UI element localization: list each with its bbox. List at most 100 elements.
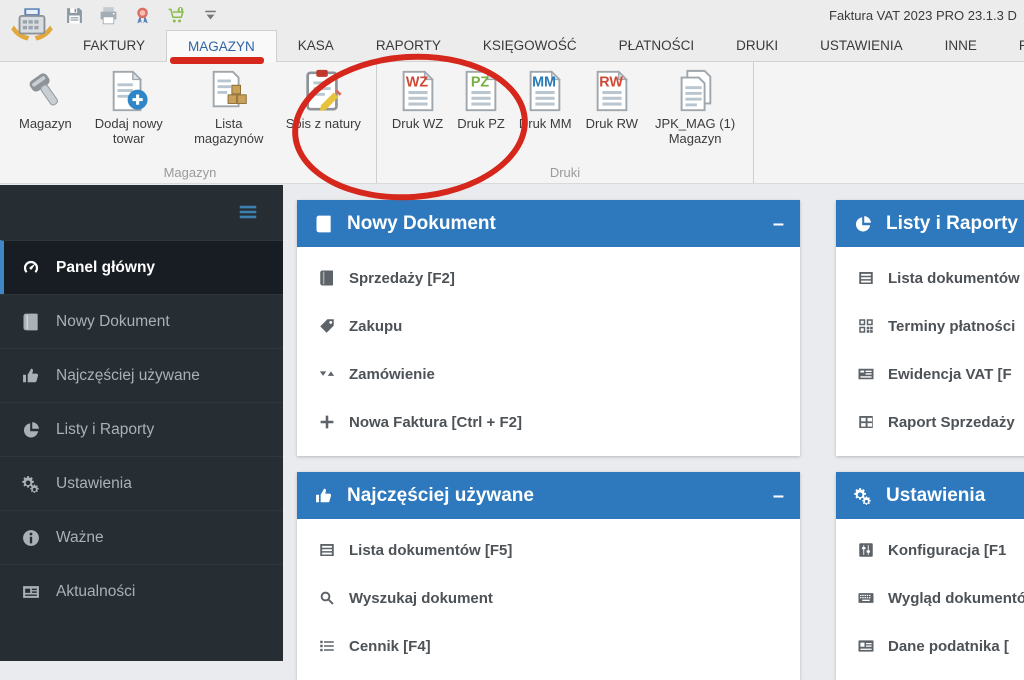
panel-item-label: Wyszukaj dokument [349, 590, 493, 607]
pie-icon [20, 420, 42, 440]
sidebar-item-listy-i-raporty[interactable]: Listy i Raporty [0, 402, 283, 456]
license-badge-icon[interactable] [132, 5, 153, 26]
doc-plus-icon [106, 68, 152, 114]
panel-item-wyglad-dokumentow[interactable]: Wygląd dokumentów [836, 574, 1024, 622]
info-icon [20, 528, 42, 548]
thumb-icon [313, 486, 335, 506]
app-logo-icon[interactable] [8, 1, 56, 47]
ribbon-button-label: Lista magazynów [186, 117, 272, 147]
sidebar-top [0, 185, 283, 240]
ribbon-button-jpk-mag-1-magazyn[interactable]: JPK_MAG (1) Magazyn [645, 66, 745, 147]
scanner-icon [22, 68, 68, 114]
pie-icon [852, 214, 874, 234]
panel-item-terminy-platnosci[interactable]: Terminy płatności [836, 302, 1024, 350]
sidebar-item-ustawienia[interactable]: Ustawienia [0, 456, 283, 510]
panel-item-label: Lista dokumentów [F5] [349, 542, 512, 559]
hamburger-menu-icon[interactable] [235, 201, 261, 223]
main-content: Nowy Dokument– Sprzedaży [F2] Zakupu Zamówi… [283, 185, 1024, 661]
svg-text:RW: RW [599, 74, 623, 90]
tab-pomoc[interactable]: POMOC [998, 30, 1024, 61]
quick-access-more-icon[interactable] [200, 5, 221, 26]
sidebar-item-aktualnosci[interactable]: Aktualności [0, 564, 283, 618]
panel-item-label: Zamówienie [349, 366, 435, 383]
keyboard-icon [856, 589, 876, 607]
tag-icon [317, 317, 337, 335]
sidebar-item-panel-glowny[interactable]: Panel główny [0, 240, 283, 294]
quick-access-toolbar [64, 5, 221, 26]
tab-inne[interactable]: INNE [924, 30, 998, 61]
panel-body: Lista dokumentów Terminy płatności Ewidenc… [836, 247, 1024, 456]
ribbon-button-magazyn[interactable]: Magazyn [12, 66, 79, 132]
sliders-icon [856, 541, 876, 559]
gears-icon [852, 486, 874, 506]
card-icon [856, 365, 876, 383]
panel-item-zakupu[interactable]: Zakupu [297, 302, 800, 350]
ribbon-button-label: JPK_MAG (1) Magazyn [652, 117, 738, 147]
grid-icon [856, 413, 876, 431]
collapse-button[interactable]: – [773, 214, 784, 234]
tab-ustawienia[interactable]: USTAWIENIA [799, 30, 924, 61]
panel-item-lista-dokumentow-f5[interactable]: Lista dokumentów [F5] [297, 526, 800, 574]
sidebar-item-label: Nowy Dokument [56, 313, 170, 331]
sidebar-item-najczesciej-uzywane[interactable]: Najczęściej używane [0, 348, 283, 402]
sidebar-item-nowy-dokument[interactable]: Nowy Dokument [0, 294, 283, 348]
panel-nowy-dokument: Nowy Dokument– Sprzedaży [F2] Zakupu Zamówi… [297, 200, 800, 456]
buy-cart-icon[interactable] [166, 5, 187, 26]
panel-item-nowa-faktura-ctrl-f2[interactable]: Nowa Faktura [Ctrl + F2] [297, 398, 800, 446]
list-icon [317, 637, 337, 655]
annotation-underline [170, 57, 264, 64]
panel-item-lista-dokumentow[interactable]: Lista dokumentów [836, 254, 1024, 302]
gears-icon [20, 474, 42, 494]
panel-item-sprzedazy-f2[interactable]: Sprzedaży [F2] [297, 254, 800, 302]
panel-item-wyszukaj-dokument[interactable]: Wyszukaj dokument [297, 574, 800, 622]
book-icon [317, 269, 337, 287]
panel-item-label: Lista dokumentów [888, 270, 1020, 287]
sidebar-item-label: Ustawienia [56, 475, 132, 493]
panel-header: Listy i Raporty– [836, 200, 1024, 247]
panel-item-cennik-f4[interactable]: Cennik [F4] [297, 622, 800, 670]
tab-ksiegowosc[interactable]: KSIĘGOWOŚĆ [462, 30, 598, 61]
book-icon [20, 312, 42, 332]
panel-item-dane-podatnika[interactable]: Dane podatnika [ [836, 622, 1024, 670]
panel-item-label: Zakupu [349, 318, 402, 335]
idcard-icon [856, 637, 876, 655]
panel-item-label: Dane podatnika [ [888, 638, 1009, 655]
panel-item-ewidencja-vat-f[interactable]: Ewidencja VAT [F [836, 350, 1024, 398]
ribbon-button-dodaj-nowy-towar[interactable]: Dodaj nowy towar [79, 66, 179, 147]
panel-body: Lista dokumentów [F5] Wyszukaj dokument Ce… [297, 519, 800, 680]
save-icon[interactable] [64, 5, 85, 26]
panel-item-label: Konfiguracja [F1 [888, 542, 1006, 559]
panel-header: Nowy Dokument– [297, 200, 800, 247]
panel-najczesciej-uzywane: Najczęściej używane–Lista dokumentów [F5… [297, 472, 800, 680]
tab-kasa[interactable]: KASA [277, 30, 355, 61]
panel-item-label: Ewidencja VAT [F [888, 366, 1012, 383]
panel-listy-i-raporty: Listy i Raporty– Lista dokumentów Terminy … [836, 200, 1024, 456]
panel-title: Ustawienia [886, 485, 985, 507]
gauge-icon [20, 258, 42, 278]
collapse-button[interactable]: – [773, 486, 784, 506]
panel-item-label: Cennik [F4] [349, 638, 431, 655]
docs-stack-icon [672, 68, 718, 114]
panel-item-konfiguracja-f1[interactable]: Konfiguracja [F1 [836, 526, 1024, 574]
window-title: Faktura VAT 2023 PRO 23.1.3 D [829, 8, 1017, 23]
sidebar: Panel główny Nowy Dokument Najczęściej uży… [0, 185, 283, 661]
panel-item-label: Nowa Faktura [Ctrl + F2] [349, 414, 522, 431]
tab-platnosci[interactable]: PŁATNOŚCI [598, 30, 716, 61]
table-icon [856, 269, 876, 287]
sidebar-item-label: Aktualności [56, 583, 135, 601]
sidebar-item-wazne[interactable]: Ważne [0, 510, 283, 564]
print-icon[interactable] [98, 5, 119, 26]
panel-item-label: Wygląd dokumentów [888, 590, 1024, 607]
panel-item-raport-sprzedazy[interactable]: Raport Sprzedaży [836, 398, 1024, 446]
news-icon [20, 582, 42, 602]
panel-body: Konfiguracja [F1 Wygląd dokumentów Dane po… [836, 519, 1024, 680]
menu-tabs: FAKTURYMAGAZYNKASARAPORTYKSIĘGOWOŚĆPŁATN… [0, 30, 1024, 62]
sidebar-item-label: Najczęściej używane [56, 367, 200, 385]
panel-item-label: Sprzedaży [F2] [349, 270, 455, 287]
ribbon-button-druk-rw[interactable]: RWDruk RW [579, 66, 645, 132]
ribbon-button-lista-magazynow[interactable]: Lista magazynów [179, 66, 279, 147]
tab-druki[interactable]: DRUKI [715, 30, 799, 61]
panel-item-zamowienie[interactable]: Zamówienie [297, 350, 800, 398]
tab-faktury[interactable]: FAKTURY [62, 30, 166, 61]
sidebar-item-label: Panel główny [56, 259, 155, 277]
